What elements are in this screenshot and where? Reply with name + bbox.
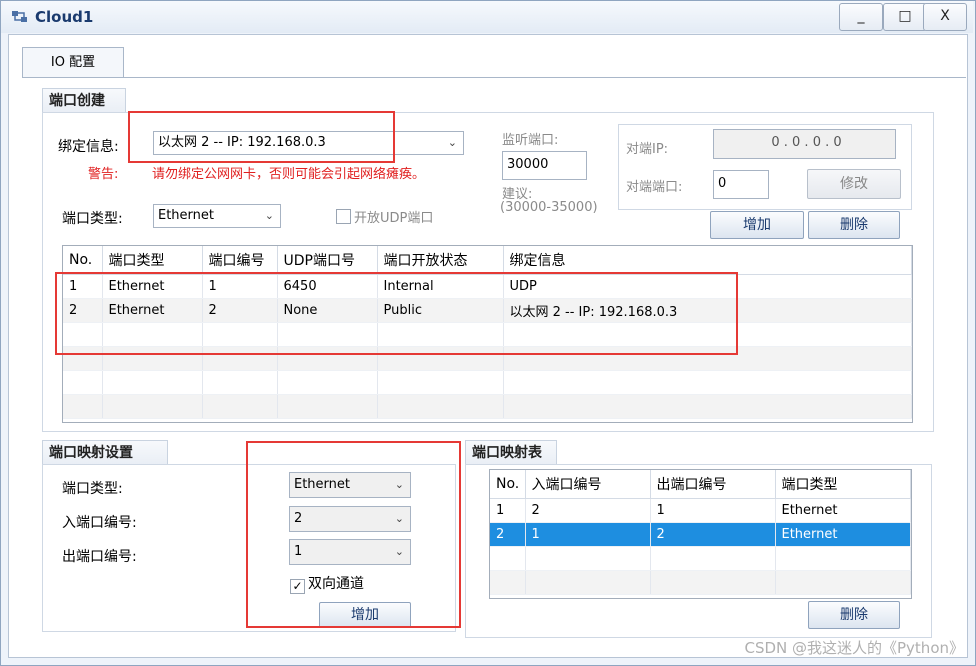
mapping-table-header: No. 入端口编号 出端口编号 端口类型 bbox=[490, 470, 911, 499]
empty-row bbox=[490, 546, 911, 571]
col-no[interactable]: No. bbox=[490, 470, 526, 499]
table-cell: 1 bbox=[490, 498, 526, 523]
empty-row bbox=[63, 370, 912, 395]
port-create-header: 端口创建 bbox=[42, 88, 126, 113]
table-cell: 2 bbox=[650, 522, 776, 547]
out-port-label: 出端口编号: bbox=[62, 549, 137, 565]
table-cell: 1 bbox=[525, 522, 651, 547]
map-port-type-label: 端口类型: bbox=[62, 481, 123, 497]
chevron-down-icon: ⌄ bbox=[264, 209, 274, 222]
bind-info-label: 绑定信息: bbox=[58, 139, 119, 155]
port-mapping-table-header: 端口映射表 bbox=[465, 440, 557, 465]
maximize-button[interactable]: □ bbox=[883, 3, 927, 31]
peer-port-input[interactable]: 0 bbox=[713, 170, 769, 199]
table-cell: 2 bbox=[490, 522, 526, 547]
suggest-range: (30000-35000) bbox=[500, 200, 598, 215]
table-cell: 1 bbox=[650, 498, 776, 523]
delete-mapping-button[interactable]: 删除 bbox=[808, 601, 900, 629]
port-type-value: Ethernet bbox=[158, 208, 214, 223]
port-type-select[interactable]: Ethernet ⌄ bbox=[153, 204, 281, 228]
col-out-port[interactable]: 出端口编号 bbox=[650, 470, 776, 499]
title-bar[interactable]: Cloud1 _ □ X bbox=[1, 1, 973, 33]
col-port-status[interactable]: 端口开放状态 bbox=[377, 246, 504, 275]
udp-checkbox-box[interactable] bbox=[336, 209, 351, 224]
table-row[interactable]: 1 2 1 Ethernet bbox=[490, 498, 911, 523]
table-cell: Ethernet bbox=[775, 522, 911, 547]
warning-label: 警告: bbox=[88, 167, 119, 182]
udp-checkbox-label: 开放UDP端口 bbox=[354, 211, 434, 226]
minimize-button[interactable]: _ bbox=[839, 3, 883, 31]
col-bind-info[interactable]: 绑定信息 bbox=[503, 246, 912, 275]
window-title: Cloud1 bbox=[35, 8, 94, 26]
listen-port-input[interactable]: 30000 bbox=[502, 151, 587, 180]
col-in-port[interactable]: 入端口编号 bbox=[525, 470, 651, 499]
listen-port-label: 监听端口: bbox=[502, 133, 559, 148]
col-port-type[interactable]: 端口类型 bbox=[775, 470, 911, 499]
watermark: CSDN @我这迷人的《Python》 bbox=[744, 639, 964, 657]
port-type-label: 端口类型: bbox=[62, 211, 123, 227]
tab-io-config[interactable]: IO 配置 bbox=[22, 47, 124, 78]
empty-row bbox=[490, 570, 911, 595]
annotation-box-bind-info bbox=[128, 111, 395, 163]
cloud-app-icon bbox=[12, 11, 27, 22]
close-button[interactable]: X bbox=[923, 3, 967, 31]
warning-text: 请勿绑定公网网卡，否则可能会引起网络瘫痪。 bbox=[152, 167, 426, 182]
port-table-header: No. 端口类型 端口编号 UDP端口号 端口开放状态 绑定信息 bbox=[63, 246, 912, 275]
peer-ip-input[interactable]: 0 . 0 . 0 . 0 bbox=[713, 129, 896, 159]
table-row-selected[interactable]: 2 1 2 Ethernet bbox=[490, 522, 911, 547]
col-port-number[interactable]: 端口编号 bbox=[202, 246, 278, 275]
modify-button[interactable]: 修改 bbox=[807, 169, 901, 199]
col-udp-port[interactable]: UDP端口号 bbox=[277, 246, 378, 275]
col-no[interactable]: No. bbox=[63, 246, 103, 275]
add-port-button[interactable]: 增加 bbox=[710, 211, 804, 239]
col-port-type[interactable]: 端口类型 bbox=[102, 246, 203, 275]
chevron-down-icon: ⌄ bbox=[447, 136, 457, 149]
table-cell: Ethernet bbox=[775, 498, 911, 523]
annotation-box-port-table bbox=[55, 272, 738, 355]
empty-row bbox=[63, 394, 912, 419]
port-mapping-settings-header: 端口映射设置 bbox=[42, 440, 168, 465]
table-cell: 2 bbox=[525, 498, 651, 523]
in-port-label: 入端口编号: bbox=[62, 515, 137, 531]
delete-port-button[interactable]: 删除 bbox=[808, 211, 900, 239]
annotation-box-mapping-settings bbox=[246, 441, 461, 628]
udp-port-checkbox[interactable]: 开放UDP端口 bbox=[336, 207, 433, 226]
mapping-table: No. 入端口编号 出端口编号 端口类型 1 2 1 Ethernet 2 1 … bbox=[490, 470, 911, 595]
peer-port-label: 对端端口: bbox=[626, 180, 683, 195]
mapping-table-container: No. 入端口编号 出端口编号 端口类型 1 2 1 Ethernet 2 1 … bbox=[489, 469, 912, 599]
peer-ip-label: 对端IP: bbox=[626, 142, 669, 157]
